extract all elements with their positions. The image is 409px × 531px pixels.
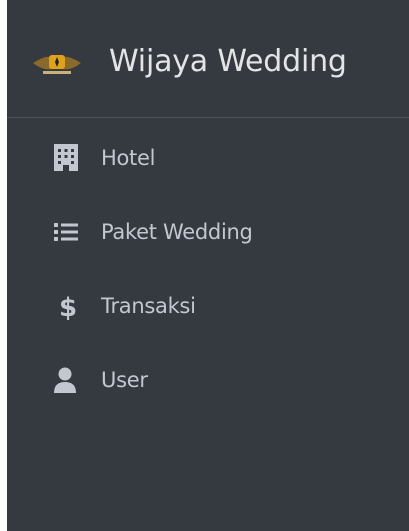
sidebar-item-label: User (101, 368, 148, 392)
brand-name: Wijaya Wedding (109, 44, 347, 79)
user-icon (53, 365, 79, 395)
sidebar-item-user[interactable]: User (7, 350, 409, 410)
sidebar-item-transaksi[interactable]: $ Transaksi (7, 276, 409, 336)
sidebar-item-paket-wedding[interactable]: Paket Wedding (7, 202, 409, 262)
sidebar-item-label: Hotel (101, 146, 156, 170)
sidebar-item-label: Paket Wedding (101, 220, 253, 244)
wedding-logo-icon (31, 47, 83, 79)
sidebar-item-hotel[interactable]: Hotel (7, 128, 409, 188)
sidebar: Wijaya Wedding Hotel Paket Wedding $ Tra… (7, 0, 409, 531)
svg-text:$: $ (59, 293, 77, 321)
brand-link[interactable]: Wijaya Wedding (7, 0, 409, 118)
list-icon (53, 217, 79, 247)
sidebar-item-label: Transaksi (101, 294, 196, 318)
dollar-icon: $ (53, 291, 79, 323)
hotel-icon (53, 143, 79, 173)
